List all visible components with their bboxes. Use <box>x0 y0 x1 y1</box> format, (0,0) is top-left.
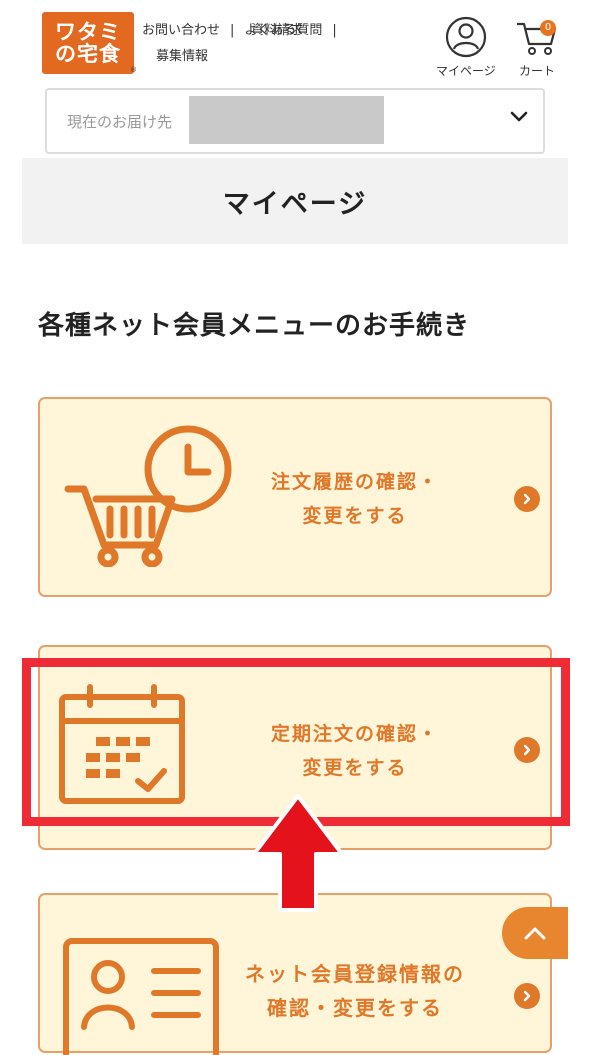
logo-line2: の宅食 <box>55 42 121 66</box>
chevron-up-icon <box>524 927 546 940</box>
user-icon <box>445 16 486 58</box>
menu-member-info[interactable]: ネット会員登録情報の 確認・変更をする <box>38 893 552 1055</box>
cart-count-badge: 0 <box>540 20 556 36</box>
arrow-up-annotation-icon <box>252 794 344 912</box>
mypage-button[interactable]: マイページ <box>436 16 496 79</box>
nav-documents-link[interactable]: 資料請求 <box>251 18 303 44</box>
nav-contact-link[interactable]: お問い合わせ <box>142 18 220 44</box>
page-title-band: マイページ <box>22 158 568 244</box>
delivery-address-select[interactable]: 現在のお届け先 <box>45 88 545 154</box>
cart-label: カート <box>518 64 555 78</box>
menu-label: 注文履歴の確認・ 変更をする <box>230 465 480 533</box>
top-nav: お問い合わせ | よくある質問 | 資料請求 募集情報 <box>142 18 442 70</box>
menu-label-line1: ネット会員登録情報の <box>245 962 465 986</box>
scroll-to-top-button[interactable] <box>502 907 568 959</box>
logo-line1: ワタミ <box>55 19 121 44</box>
arrow-right-icon[interactable] <box>514 486 540 512</box>
menu-label-line2: 変更をする <box>302 757 408 779</box>
nav-recruit-link[interactable]: 募集情報 <box>156 44 208 70</box>
nav-separator: | <box>230 23 235 38</box>
logo-registered-mark: ® <box>130 66 137 74</box>
section-heading: 各種ネット会員メニューのお手続き <box>38 311 471 341</box>
redacted-address <box>189 96 384 144</box>
arrow-right-icon[interactable] <box>514 983 540 1009</box>
delivery-label: 現在のお届け先 <box>67 112 173 131</box>
cart-clock-icon <box>64 425 232 567</box>
nav-separator: | <box>332 23 337 38</box>
member-card-icon <box>63 938 219 1055</box>
menu-label-line2: 変更をする <box>302 505 408 527</box>
arrow-right-icon[interactable] <box>514 737 540 763</box>
calendar-icon <box>59 684 185 804</box>
watami-logo[interactable]: ワタミ の宅食 <box>42 12 134 74</box>
menu-label-line2: 確認・変更をする <box>267 996 443 1020</box>
menu-label: 定期注文の確認・ 変更をする <box>230 717 480 785</box>
menu-label: ネット会員登録情報の 確認・変更をする <box>230 957 480 1025</box>
chevron-down-icon <box>510 111 528 122</box>
menu-label-line1: 注文履歴の確認・ <box>270 471 439 493</box>
menu-label-line1: 定期注文の確認・ <box>270 723 439 745</box>
mypage-label: マイページ <box>436 64 496 78</box>
menu-order-history[interactable]: 注文履歴の確認・ 変更をする <box>38 397 552 597</box>
page-title: マイページ <box>222 188 368 220</box>
